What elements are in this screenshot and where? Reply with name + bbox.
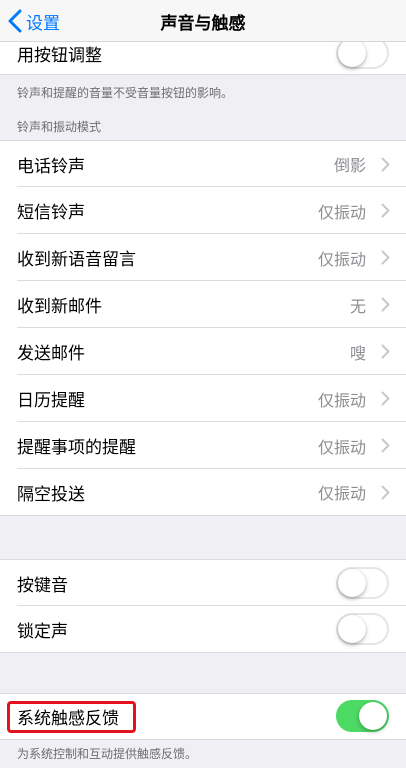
chevron-right-icon [381, 250, 390, 265]
ringtone-item-airdrop[interactable]: 隔空投送 仅振动 [0, 469, 406, 516]
chevron-right-icon [381, 344, 390, 359]
chevron-right-icon [381, 485, 390, 500]
ringtone-item-value: 仅振动 [317, 249, 366, 269]
ringtone-item-label: 发送邮件 [17, 344, 85, 364]
highlight-box [7, 701, 136, 733]
chevron-right-icon [381, 157, 390, 172]
ringtone-item-value: 仅振动 [317, 484, 366, 503]
chevron-right-icon [381, 297, 390, 312]
lock-sound-toggle[interactable] [336, 613, 389, 645]
ringtone-item-value: 无 [349, 296, 366, 316]
navigation-bar: 设置 声音与触感 [0, 0, 406, 42]
lock-sound-label: 锁定声 [17, 621, 68, 642]
adjust-with-buttons-label: 用按钮调整 [17, 46, 102, 66]
ringtone-item-label: 隔空投送 [17, 484, 85, 505]
sound-haptics-screen: 用按钮调整 铃声和提醒的音量不受音量按钮的影响。 铃声和振动模式 电话铃声 倒影… [0, 0, 406, 768]
ringtone-item-calendar[interactable]: 日历提醒 仅振动 [0, 375, 406, 422]
ringtone-item-voicemail[interactable]: 收到新语音留言 仅振动 [0, 234, 406, 281]
keyboard-clicks-toggle[interactable] [336, 567, 389, 599]
ringtone-section-header: 铃声和振动模式 [17, 120, 102, 134]
toggle-knob [338, 39, 366, 67]
page-title: 声音与触感 [160, 14, 246, 34]
toggle-knob [338, 569, 366, 597]
lock-sound-row: 锁定声 [0, 606, 406, 653]
adjust-with-buttons-footnote: 铃声和提醒的音量不受音量按钮的影响。 [17, 86, 234, 100]
ringtone-item-label: 电话铃声 [17, 156, 85, 177]
ringtone-item-label: 收到新邮件 [17, 297, 102, 317]
keyboard-clicks-label: 按键音 [17, 575, 68, 596]
ringtone-item-new-mail[interactable]: 收到新邮件 无 [0, 281, 406, 328]
ringtone-item-label: 日历提醒 [17, 391, 85, 411]
system-haptics-footnote: 为系统控制和互动提供触感反馈。 [17, 747, 198, 761]
toggle-knob [359, 702, 387, 730]
ringtone-item-value: 仅振动 [317, 202, 366, 222]
ringtone-item-value: 嗖 [349, 343, 366, 363]
ringtone-item-label: 提醒事项的提醒 [17, 438, 136, 458]
keyboard-clicks-row: 按键音 [0, 559, 406, 606]
ringtone-item-sent-mail[interactable]: 发送邮件 嗖 [0, 328, 406, 375]
ringtone-item-value: 仅振动 [317, 437, 366, 457]
ringtone-item-label: 短信铃声 [17, 203, 85, 223]
ringtone-item-label: 收到新语音留言 [17, 250, 136, 270]
ringtone-item-sms[interactable]: 短信铃声 仅振动 [0, 187, 406, 234]
chevron-right-icon [381, 203, 390, 218]
system-haptics-toggle[interactable] [336, 700, 389, 732]
chevron-right-icon [381, 438, 390, 453]
chevron-right-icon [381, 391, 390, 406]
ringtone-item-reminders[interactable]: 提醒事项的提醒 仅振动 [0, 422, 406, 469]
ringtone-item-phone[interactable]: 电话铃声 倒影 [0, 140, 406, 187]
ringtone-item-value: 仅振动 [317, 390, 366, 410]
ringtone-item-value: 倒影 [333, 156, 366, 175]
toggle-knob [338, 615, 366, 643]
